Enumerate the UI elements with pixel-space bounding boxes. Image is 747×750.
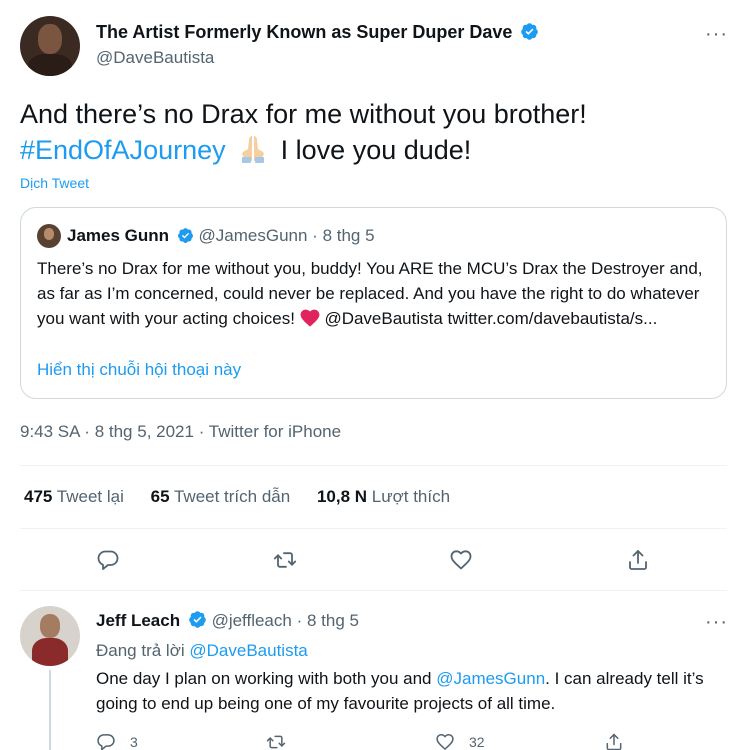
author-handle[interactable]: @DaveBautista xyxy=(96,48,214,68)
share-button[interactable] xyxy=(624,546,652,574)
like-count: 32 xyxy=(469,734,485,750)
reply-share-button[interactable] xyxy=(604,732,638,750)
reply-reply-button[interactable]: 3 xyxy=(96,732,138,750)
tweet-text-line1: And there’s no Drax for me without you b… xyxy=(20,99,587,129)
tweet-text: And there’s no Drax for me without you b… xyxy=(20,96,720,168)
replying-to-mention[interactable]: @DaveBautista xyxy=(189,641,307,660)
quoted-tweet[interactable]: James Gunn @JamesGunn · 8 thg 5 There’s … xyxy=(20,207,727,399)
retweet-icon xyxy=(266,735,286,749)
more-icon[interactable]: ··· xyxy=(705,24,728,44)
quotes-count: 65 xyxy=(150,487,170,506)
quote-date: 8 thg 5 xyxy=(322,226,375,245)
reply-author-handle[interactable]: @jeffleach xyxy=(212,611,292,630)
likes-label: Lượt thích xyxy=(371,487,451,506)
verified-badge-icon xyxy=(177,228,193,243)
reply-text: One day I plan on working with both you … xyxy=(96,666,726,716)
separator-dot: · xyxy=(198,422,205,441)
folded-hands-emoji-icon xyxy=(242,136,265,163)
reply-author-name[interactable]: Jeff Leach xyxy=(96,611,180,630)
reply-icon xyxy=(97,734,115,750)
like-button[interactable] xyxy=(447,546,475,574)
quotes-label: Tweet trích dẫn xyxy=(173,487,291,506)
reply-author-avatar[interactable] xyxy=(20,606,80,666)
quote-mention: @DaveBautista xyxy=(324,309,443,328)
avatar-body xyxy=(28,54,72,76)
verified-badge-icon xyxy=(189,611,206,628)
author-name[interactable]: The Artist Formerly Known as Super Duper… xyxy=(96,22,512,42)
reply-icon xyxy=(97,550,119,570)
retweets-count: 475 xyxy=(24,487,53,506)
retweet-icon xyxy=(273,552,297,568)
thread-line xyxy=(49,670,51,750)
quote-author-avatar[interactable] xyxy=(37,224,61,248)
tweet-text-line2: I love you dude! xyxy=(280,135,472,165)
avatar-body xyxy=(32,638,68,666)
tweet-meta: 9:43 SA · 8 thg 5, 2021 · Twitter for iP… xyxy=(20,422,341,442)
likes-stat[interactable]: 10,8 N Lượt thích xyxy=(317,487,450,506)
reply-count: 3 xyxy=(130,734,138,750)
reply-date[interactable]: 8 thg 5 xyxy=(307,611,359,630)
share-icon xyxy=(606,733,622,750)
reply-retweet-button[interactable] xyxy=(266,732,300,750)
author-name-row[interactable]: The Artist Formerly Known as Super Duper… xyxy=(96,22,539,43)
reply-like-button[interactable]: 32 xyxy=(435,732,485,750)
translate-tweet-link[interactable]: Dịch Tweet xyxy=(20,175,89,191)
avatar-face xyxy=(40,614,60,638)
quote-link: twitter.com/davebautista/s... xyxy=(447,309,658,328)
divider xyxy=(20,590,727,591)
quotes-stat[interactable]: 65 Tweet trích dẫn xyxy=(151,487,291,506)
show-thread-link[interactable]: Hiển thị chuỗi hội thoại này xyxy=(37,360,241,380)
tweet-source[interactable]: Twitter for iPhone xyxy=(209,422,341,441)
separator-dot: · xyxy=(84,422,90,441)
quote-author-handle: @JamesGunn xyxy=(198,226,308,245)
verified-badge-icon xyxy=(521,23,539,40)
heart-icon xyxy=(450,550,472,570)
retweet-button[interactable] xyxy=(271,546,299,574)
retweets-stat[interactable]: 475 Tweet lại xyxy=(24,487,124,506)
hashtag-link[interactable]: #EndOfAJourney xyxy=(20,135,226,165)
quote-author-name[interactable]: James Gunn xyxy=(67,226,169,245)
separator-dot: · xyxy=(296,611,303,630)
reply-button[interactable] xyxy=(94,546,122,574)
reply-header: Jeff Leach @jeffleach · 8 thg 5 xyxy=(96,610,359,631)
divider xyxy=(20,465,727,466)
avatar-face xyxy=(38,24,62,54)
red-heart-emoji-icon xyxy=(300,309,320,327)
replying-label: Đang trả lời xyxy=(96,641,185,660)
divider xyxy=(20,528,727,529)
likes-count: 10,8 N xyxy=(316,487,368,506)
separator-dot: · xyxy=(312,226,318,245)
more-icon[interactable]: ··· xyxy=(705,612,728,632)
reply-mention[interactable]: @JamesGunn xyxy=(436,669,545,688)
replying-to: Đang trả lời @DaveBautista xyxy=(96,641,308,661)
share-icon xyxy=(629,550,647,570)
quote-header: James Gunn @JamesGunn · 8 thg 5 xyxy=(67,226,375,246)
heart-icon xyxy=(436,734,454,750)
tweet-date[interactable]: 8 thg 5, 2021 xyxy=(95,422,194,441)
quote-text: There’s no Drax for me without you, budd… xyxy=(37,256,707,331)
author-avatar[interactable] xyxy=(20,16,80,76)
reply-text-part1: One day I plan on working with both you … xyxy=(96,669,432,688)
retweets-label: Tweet lại xyxy=(56,487,124,506)
avatar-face xyxy=(44,228,54,240)
tweet-time[interactable]: 9:43 SA xyxy=(20,422,80,441)
tweet-stats: 475 Tweet lại 65 Tweet trích dẫn 10,8 N … xyxy=(24,487,472,507)
